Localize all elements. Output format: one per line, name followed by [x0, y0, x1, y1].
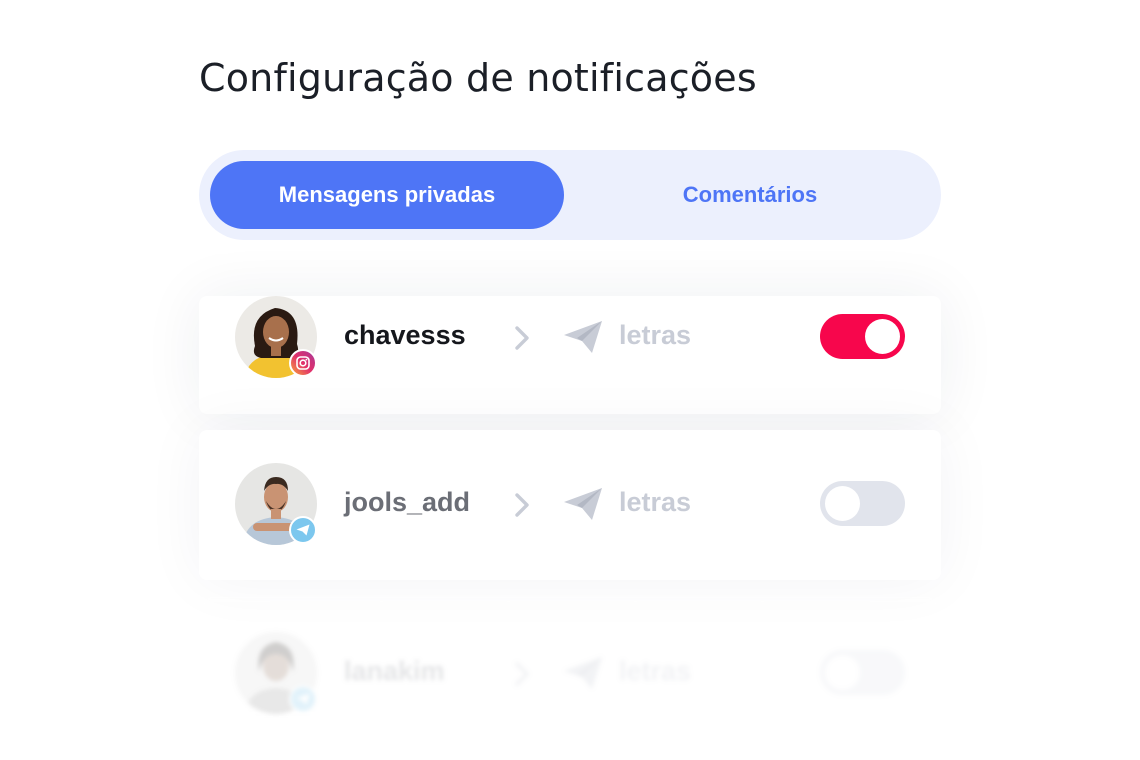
notification-toggle[interactable]	[820, 481, 905, 526]
notification-toggle[interactable]	[820, 650, 905, 695]
telegram-icon	[289, 516, 317, 544]
account-card: chavesss letras	[199, 296, 941, 414]
destination-label: letras	[619, 320, 692, 350]
telegram-icon	[289, 685, 317, 713]
page-title: Configuração de notificações	[199, 56, 757, 100]
account-row: chavesss letras	[199, 296, 941, 380]
instagram-icon	[289, 349, 317, 377]
toggle-knob	[825, 486, 860, 521]
destination-label: letras	[619, 656, 692, 686]
paper-plane-icon	[564, 321, 602, 353]
paper-plane-icon	[564, 488, 602, 520]
account-username: jools_add	[344, 487, 471, 517]
account-username: chavesss	[344, 320, 466, 350]
account-card: jools_add letras	[199, 430, 941, 580]
account-card: lanakim letras	[199, 598, 941, 716]
paper-plane-icon	[564, 657, 602, 689]
notification-settings-page: Configuração de notificações Mensagens p…	[0, 0, 1140, 760]
account-username: lanakim	[344, 656, 445, 686]
toggle-knob	[825, 655, 860, 690]
tab-comments[interactable]: Comentários	[569, 161, 931, 229]
destination-label: letras	[619, 487, 692, 517]
tab-switcher: Mensagens privadas Comentários	[199, 150, 941, 240]
notification-toggle[interactable]	[820, 314, 905, 359]
toggle-knob	[865, 319, 900, 354]
account-row: jools_add letras	[199, 463, 941, 547]
chevron-right-icon	[515, 493, 529, 517]
tab-private-messages[interactable]: Mensagens privadas	[210, 161, 564, 229]
account-row: lanakim letras	[199, 632, 941, 716]
chevron-right-icon	[515, 326, 529, 350]
chevron-right-icon	[515, 662, 529, 686]
